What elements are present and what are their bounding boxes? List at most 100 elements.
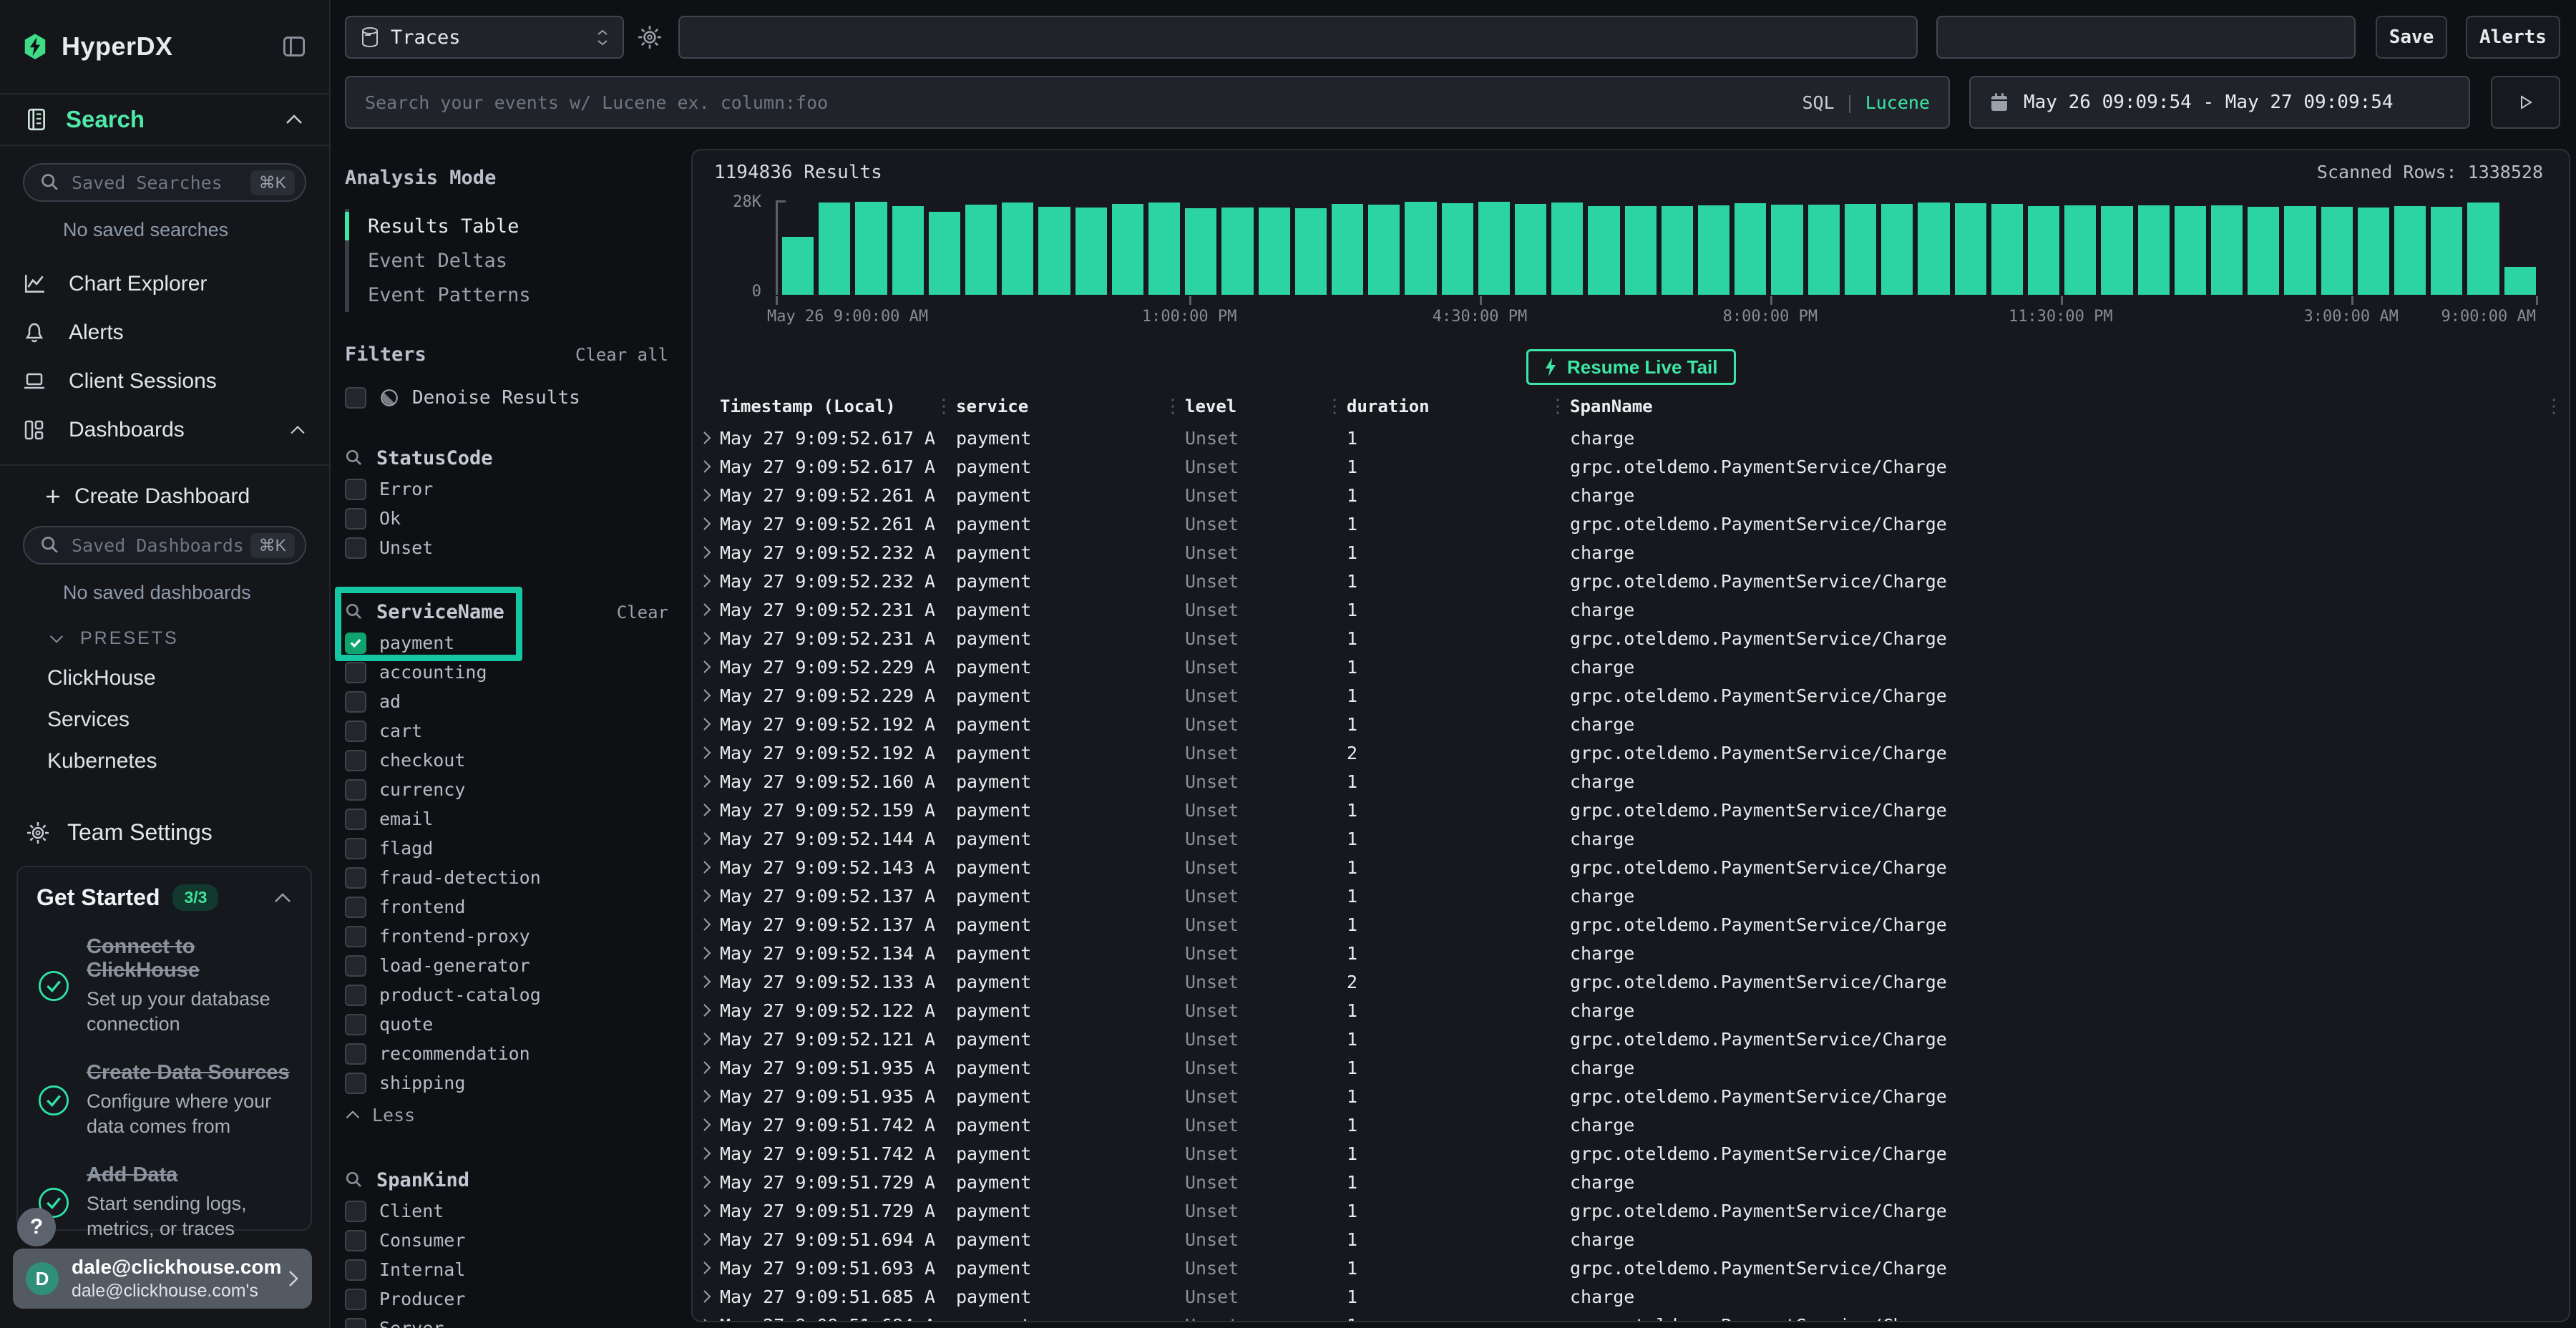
histogram-bar[interactable] <box>1148 202 1180 295</box>
filter-option[interactable]: email <box>345 804 668 834</box>
order-by-input[interactable] <box>1936 16 2356 59</box>
filter-option[interactable]: Client <box>345 1196 668 1226</box>
table-row[interactable]: May 27 9:09:52.121 AM payment Unset 1 gr… <box>701 1025 2566 1053</box>
expand-row-chevron-icon[interactable] <box>701 860 720 874</box>
select-clause-input[interactable] <box>678 16 1918 59</box>
checkbox[interactable] <box>345 387 366 409</box>
search-icon[interactable] <box>345 449 364 467</box>
column-resize-handle[interactable]: ⋮ <box>935 396 940 417</box>
expand-row-chevron-icon[interactable] <box>701 946 720 960</box>
expand-row-chevron-icon[interactable] <box>701 1204 720 1218</box>
mode-results-table[interactable]: Results Table <box>349 209 668 243</box>
preset-clickhouse[interactable]: ClickHouse <box>47 666 306 690</box>
saved-searches-input[interactable]: Saved Searches ⌘K <box>23 163 306 202</box>
filter-option[interactable]: shipping <box>345 1068 668 1098</box>
checkbox[interactable] <box>345 537 366 559</box>
column-header-duration[interactable]: duration <box>1331 396 1548 416</box>
sidebar-item-chart-explorer[interactable]: Chart Explorer <box>0 260 329 308</box>
expand-row-chevron-icon[interactable] <box>701 688 720 703</box>
histogram-bar[interactable] <box>1112 204 1143 295</box>
checkbox[interactable] <box>345 779 366 801</box>
expand-row-chevron-icon[interactable] <box>701 1118 720 1132</box>
search-icon[interactable] <box>345 602 364 621</box>
expand-row-chevron-icon[interactable] <box>701 1261 720 1275</box>
table-row[interactable]: May 27 9:09:51.742 AM payment Unset 1 ch… <box>701 1110 2566 1139</box>
filter-option[interactable]: accounting <box>345 658 668 687</box>
histogram-bar[interactable] <box>2248 207 2279 296</box>
source-settings-gear-icon[interactable] <box>637 24 663 50</box>
filter-option[interactable]: currency <box>345 775 668 804</box>
table-row[interactable]: May 27 9:09:52.192 AM payment Unset 1 ch… <box>701 710 2566 738</box>
expand-row-chevron-icon[interactable] <box>701 545 720 560</box>
checkbox[interactable] <box>345 955 366 977</box>
sidebar-item-client-sessions[interactable]: Client Sessions <box>0 357 329 406</box>
source-select[interactable]: Traces <box>345 16 624 59</box>
table-row[interactable]: May 27 9:09:52.133 AM payment Unset 2 gr… <box>701 967 2566 996</box>
alerts-button[interactable]: Alerts <box>2466 16 2560 59</box>
show-less-toggle[interactable]: Less <box>345 1099 668 1131</box>
histogram-bar[interactable] <box>1918 202 1949 295</box>
histogram-bar[interactable] <box>2064 205 2096 295</box>
table-row[interactable]: May 27 9:09:52.229 AM payment Unset 1 gr… <box>701 681 2566 710</box>
table-row[interactable]: May 27 9:09:52.229 AM payment Unset 1 ch… <box>701 653 2566 681</box>
expand-row-chevron-icon[interactable] <box>701 517 720 531</box>
expand-row-chevron-icon[interactable] <box>701 602 720 617</box>
expand-row-chevron-icon[interactable] <box>701 803 720 817</box>
table-row[interactable]: May 27 9:09:51.685 AM payment Unset 1 ch… <box>701 1282 2566 1311</box>
presets-toggle[interactable]: PRESETS <box>49 628 306 649</box>
date-range-picker[interactable]: May 26 09:09:54 - May 27 09:09:54 <box>1969 76 2470 129</box>
histogram-bar[interactable] <box>1625 206 1657 295</box>
checkbox[interactable] <box>345 691 366 713</box>
filter-option[interactable]: frontend-proxy <box>345 922 668 951</box>
table-row[interactable]: May 27 9:09:51.729 AM payment Unset 1 gr… <box>701 1196 2566 1225</box>
checkbox[interactable] <box>345 633 366 654</box>
histogram-bar[interactable] <box>1551 202 1583 295</box>
filter-option[interactable]: flagd <box>345 834 668 863</box>
table-row[interactable]: May 27 9:09:52.617 AM payment Unset 1 ch… <box>701 424 2566 452</box>
table-row[interactable]: May 27 9:09:52.122 AM payment Unset 1 ch… <box>701 996 2566 1025</box>
table-row[interactable]: May 27 9:09:52.137 AM payment Unset 1 ch… <box>701 882 2566 910</box>
mode-event-patterns[interactable]: Event Patterns <box>349 278 668 312</box>
histogram-bar[interactable] <box>855 202 887 295</box>
histogram-bar[interactable] <box>1442 203 1473 295</box>
checkbox[interactable] <box>345 897 366 918</box>
filter-option[interactable]: Error <box>345 474 668 504</box>
mode-sql[interactable]: SQL <box>1802 92 1834 113</box>
table-row[interactable]: May 27 9:09:52.261 AM payment Unset 1 ch… <box>701 481 2566 509</box>
histogram-bar[interactable] <box>1735 203 1766 295</box>
resume-live-tail-button[interactable]: Resume Live Tail <box>1526 349 1736 385</box>
denoise-results-checkbox[interactable]: Denoise Results <box>345 387 668 409</box>
table-row[interactable]: May 27 9:09:51.742 AM payment Unset 1 gr… <box>701 1139 2566 1168</box>
clear-all-filters-button[interactable]: Clear all <box>575 345 668 365</box>
filter-option[interactable]: Ok <box>345 504 668 533</box>
checkbox[interactable] <box>345 1073 366 1094</box>
expand-row-chevron-icon[interactable] <box>701 1032 720 1046</box>
histogram-bar[interactable] <box>1771 205 1802 295</box>
histogram-bar[interactable] <box>2431 207 2462 296</box>
histogram-bar[interactable] <box>2211 205 2243 295</box>
chevron-up-icon[interactable] <box>285 114 303 125</box>
mode-lucene[interactable]: Lucene <box>1865 92 1930 113</box>
filter-option[interactable]: load-generator <box>345 951 668 980</box>
column-resize-handle[interactable]: ⋮ <box>1325 396 1331 417</box>
expand-row-chevron-icon[interactable] <box>701 1003 720 1017</box>
sidebar-item-dashboards[interactable]: Dashboards <box>0 406 329 454</box>
column-header-level[interactable]: level <box>1169 396 1325 416</box>
checkbox[interactable] <box>345 662 366 683</box>
column-header-service[interactable]: service <box>940 396 1163 416</box>
histogram-bar[interactable] <box>1808 205 1840 295</box>
histogram-bar[interactable] <box>2358 208 2389 295</box>
expand-row-chevron-icon[interactable] <box>701 1060 720 1075</box>
sidebar-item-team-settings[interactable]: Team Settings <box>26 819 306 846</box>
histogram-bar[interactable] <box>2321 207 2353 295</box>
histogram-bar[interactable] <box>1662 206 1693 295</box>
filter-option[interactable]: recommendation <box>345 1039 668 1068</box>
histogram-bar[interactable] <box>1038 207 1070 295</box>
histogram-bar[interactable] <box>1478 202 1510 295</box>
table-row[interactable]: May 27 9:09:52.617 AM payment Unset 1 gr… <box>701 452 2566 481</box>
checkbox[interactable] <box>345 508 366 529</box>
checkbox[interactable] <box>345 985 366 1006</box>
filter-option[interactable]: frontend <box>345 892 668 922</box>
table-row[interactable]: May 27 9:09:51.693 AM payment Unset 1 gr… <box>701 1254 2566 1282</box>
filter-option[interactable]: payment <box>345 628 668 658</box>
